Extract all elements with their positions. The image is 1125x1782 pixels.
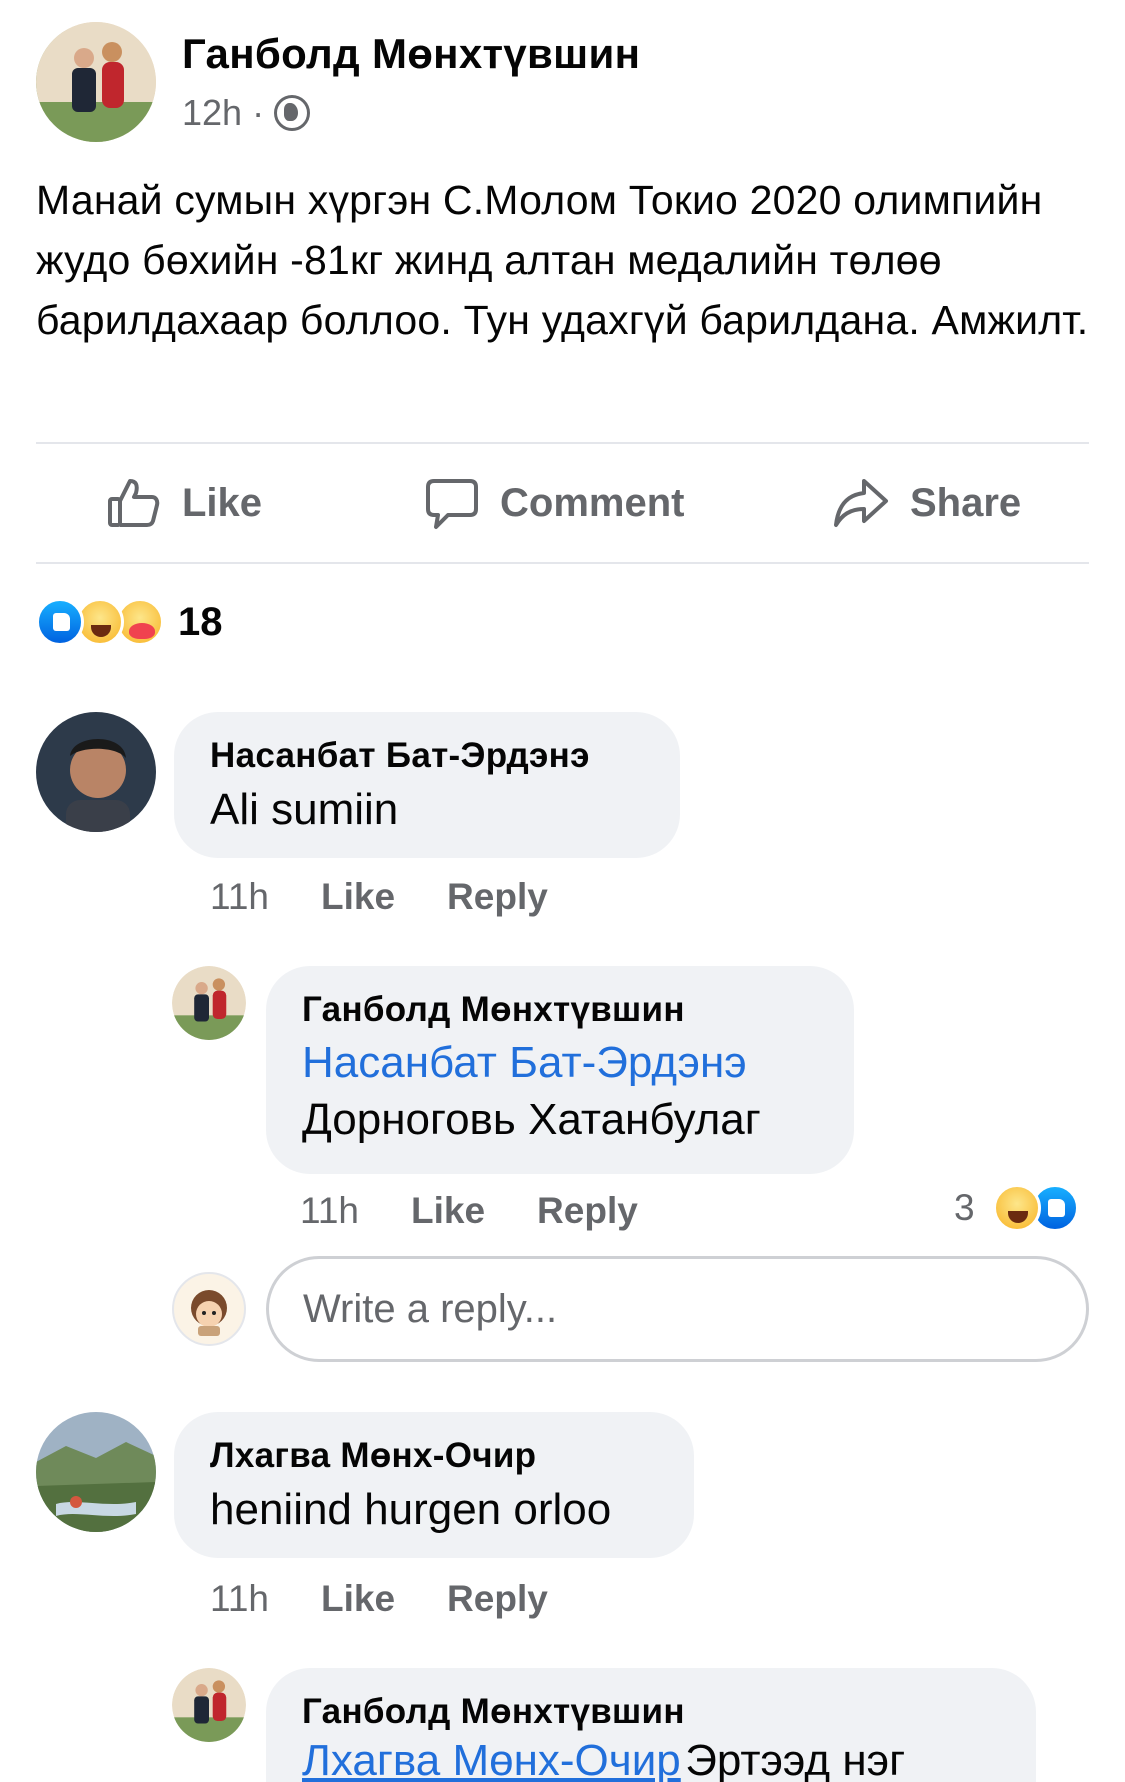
comment-reply-link[interactable]: Reply — [447, 1578, 548, 1620]
comment-text: heniind hurgen orloo — [210, 1485, 612, 1534]
post-action-bar: Like Comment Share — [36, 448, 1089, 558]
reply-mention-link[interactable]: Насанбат Бат-Эрдэнэ — [302, 1034, 818, 1092]
haha-reaction-icon — [992, 1184, 1041, 1232]
comment-time[interactable]: 11h — [210, 876, 269, 918]
reaction-count: 18 — [178, 599, 223, 644]
reply-reaction-count: 3 — [954, 1187, 975, 1228]
divider — [36, 562, 1089, 564]
reply-author-avatar[interactable] — [172, 1668, 246, 1742]
comment-meta: 11h Like Reply — [210, 1578, 548, 1620]
comment-reply-link[interactable]: Reply — [447, 876, 548, 918]
reply-author-avatar[interactable] — [172, 966, 246, 1040]
share-label: Share — [910, 480, 1022, 525]
reply-mention-link[interactable]: Лхагва Мөнх-Очир — [302, 1736, 681, 1782]
comment-bubble-icon — [426, 479, 478, 529]
reply-reply-link[interactable]: Reply — [537, 1190, 638, 1232]
divider — [36, 442, 1089, 444]
commenter-avatar[interactable] — [36, 712, 156, 832]
like-button[interactable]: Like — [106, 475, 262, 531]
reply-bubble: Ганболд Мөнхтүвшин Лхагва Мөнх-Очир Эртэ… — [266, 1668, 1036, 1782]
write-reply-input[interactable]: Write a reply... — [266, 1256, 1089, 1362]
post-meta: Ганболд Мөнхтүвшин 12h · — [182, 30, 640, 134]
reply-reactions[interactable]: 3 — [954, 1184, 1079, 1232]
comment-label: Comment — [500, 480, 685, 525]
thumbs-up-icon — [108, 479, 160, 527]
comment-bubble: Лхагва Мөнх-Очир heniind hurgen orloo — [174, 1412, 694, 1558]
comment-time[interactable]: 11h — [210, 1578, 269, 1620]
reply-author[interactable]: Ганболд Мөнхтүвшин — [302, 990, 818, 1030]
share-arrow-icon — [834, 479, 888, 527]
reply-text: Дорноговь Хатанбулаг — [302, 1095, 761, 1144]
reactions-summary[interactable]: 18 — [36, 598, 223, 646]
post-body-text: Манай сумын хүргэн С.Молом Токио 2020 ол… — [36, 177, 1089, 343]
post-page: Ганболд Мөнхтүвшин 12h · Манай сумын хүр… — [0, 0, 1125, 1782]
share-button[interactable]: Share — [832, 475, 1021, 531]
comment-text: Ali sumiin — [210, 785, 399, 834]
reply-meta: 11h Like Reply — [300, 1190, 638, 1232]
comment-like-link[interactable]: Like — [321, 876, 395, 918]
comment-author[interactable]: Лхагва Мөнх-Очир — [210, 1436, 658, 1476]
comment-author[interactable]: Насанбат Бат-Эрдэнэ — [210, 736, 644, 776]
separator-dot: · — [252, 92, 265, 133]
current-user-avatar — [172, 1272, 246, 1346]
like-label: Like — [182, 480, 263, 525]
post-subline: 12h · — [182, 92, 640, 134]
post-time[interactable]: 12h — [182, 92, 242, 134]
reply-bubble: Ганболд Мөнхтүвшин Насанбат Бат-Эрдэнэ Д… — [266, 966, 854, 1174]
reply-body: Лхагва Мөнх-Очир Эртээд нэг — [302, 1732, 1000, 1782]
post-header: Ганболд Мөнхтүвшин 12h · — [36, 22, 640, 142]
comment-meta: 11h Like Reply — [210, 876, 548, 918]
comment-bubble: Насанбат Бат-Эрдэнэ Ali sumiin — [174, 712, 680, 858]
reply-author[interactable]: Ганболд Мөнхтүвшин — [302, 1692, 1000, 1732]
reply-time[interactable]: 11h — [300, 1190, 359, 1232]
globe-icon — [274, 95, 311, 131]
comment-like-link[interactable]: Like — [321, 1578, 395, 1620]
commenter-avatar[interactable] — [36, 1412, 156, 1532]
reply-text: Эртээд нэг — [685, 1736, 906, 1782]
comment-button[interactable]: Comment — [424, 475, 684, 531]
like-reaction-icon — [36, 598, 84, 646]
author-avatar[interactable] — [36, 22, 156, 142]
reply-like-link[interactable]: Like — [411, 1190, 485, 1232]
post-author-name[interactable]: Ганболд Мөнхтүвшин — [182, 30, 640, 78]
